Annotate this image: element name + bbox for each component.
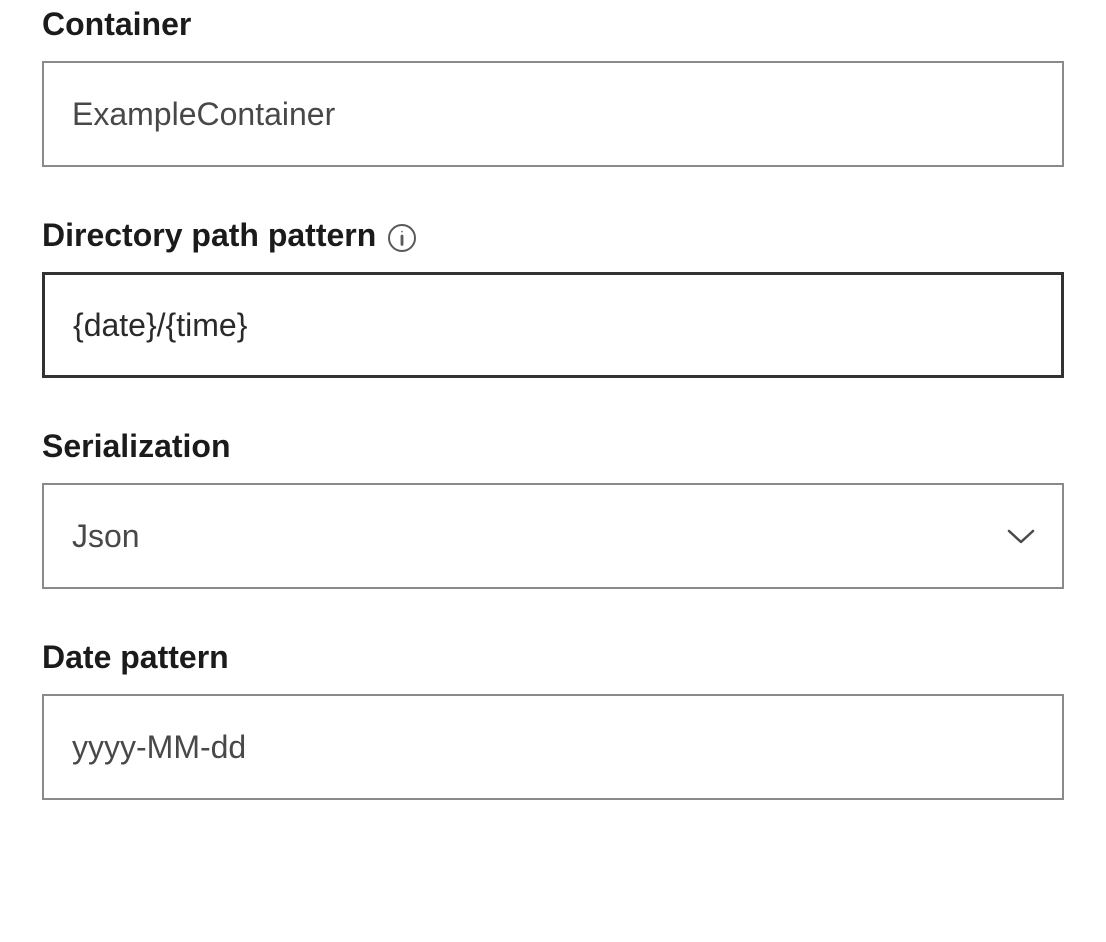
serialization-field-group: Serialization bbox=[42, 428, 1064, 589]
directory-path-pattern-label: Directory path pattern bbox=[42, 217, 1064, 254]
date-pattern-label-text: Date pattern bbox=[42, 639, 229, 676]
date-pattern-label: Date pattern bbox=[42, 639, 1064, 676]
date-pattern-input[interactable] bbox=[42, 694, 1064, 800]
date-pattern-field-group: Date pattern bbox=[42, 639, 1064, 800]
directory-path-pattern-label-text: Directory path pattern bbox=[42, 217, 376, 254]
serialization-select[interactable] bbox=[42, 483, 1064, 589]
container-field-group: Container bbox=[42, 6, 1064, 167]
directory-path-pattern-input[interactable] bbox=[42, 272, 1064, 378]
container-input[interactable] bbox=[42, 61, 1064, 167]
directory-path-pattern-field-group: Directory path pattern bbox=[42, 217, 1064, 378]
serialization-label-text: Serialization bbox=[42, 428, 231, 465]
container-label-text: Container bbox=[42, 6, 191, 43]
info-icon[interactable] bbox=[388, 224, 416, 252]
serialization-select-wrap bbox=[42, 483, 1064, 589]
container-label: Container bbox=[42, 6, 1064, 43]
serialization-label: Serialization bbox=[42, 428, 1064, 465]
